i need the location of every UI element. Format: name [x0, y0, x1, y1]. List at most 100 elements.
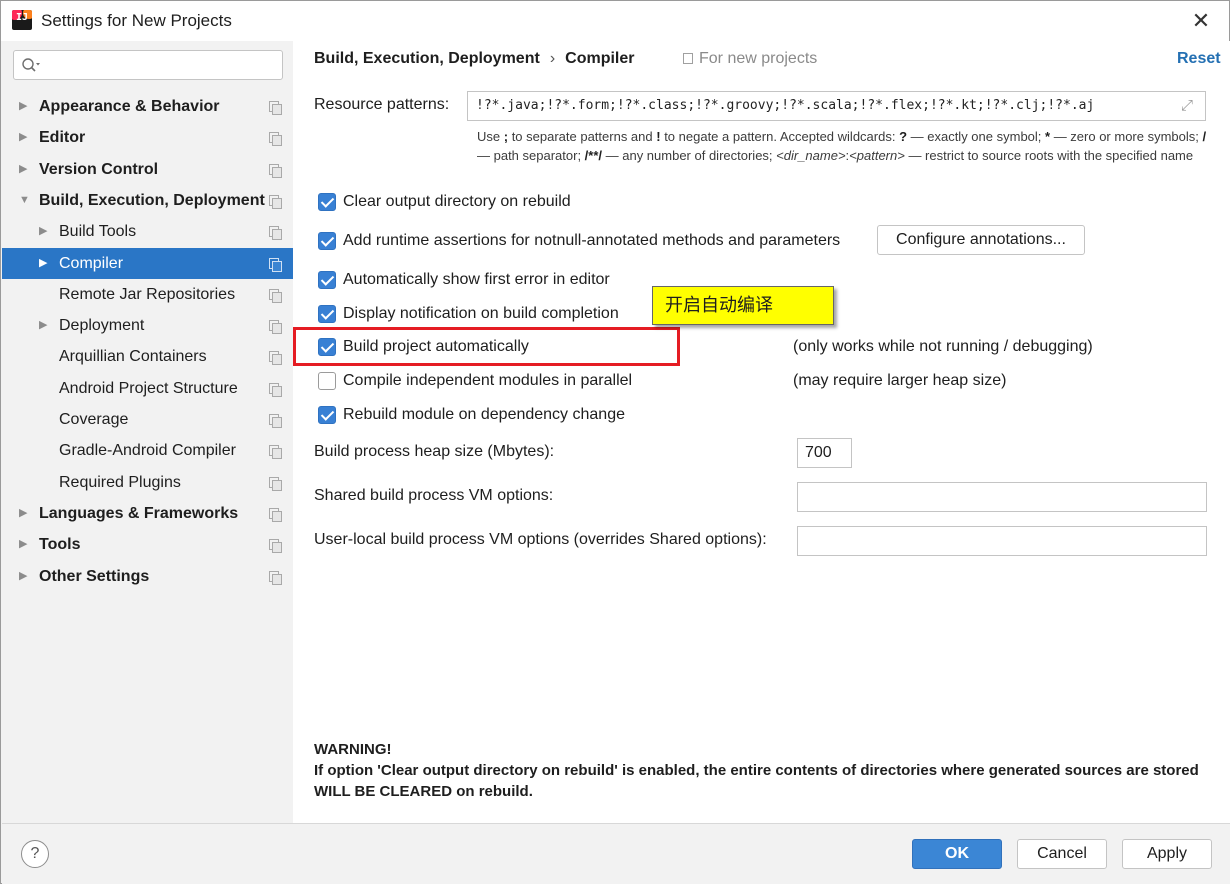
sidebar-item-label: Appearance & Behavior: [39, 98, 220, 115]
resource-patterns-input[interactable]: !?*.java;!?*.form;!?*.class;!?*.groovy;!…: [467, 91, 1206, 121]
clear-output-checkbox[interactable]: [318, 193, 336, 211]
runtime-assertions-checkbox[interactable]: [318, 232, 336, 250]
sidebar-item-coverage[interactable]: Coverage: [2, 404, 293, 435]
chevron-right-icon[interactable]: ▶: [19, 154, 31, 185]
runtime-assertions-label[interactable]: Add runtime assertions for notnull-annot…: [343, 232, 840, 250]
copy-icon: [269, 539, 282, 553]
compile-parallel-note: (may require larger heap size): [793, 372, 1007, 389]
sidebar-item-deployment[interactable]: ▶ Deployment: [2, 310, 293, 341]
breadcrumb: Build, Execution, Deployment › Compiler: [314, 50, 634, 68]
sidebar-item-version-control[interactable]: ▶ Version Control: [2, 154, 293, 185]
scope-label: For new projects: [683, 50, 817, 68]
breadcrumb-current: Compiler: [565, 50, 635, 67]
search-icon: [22, 58, 40, 72]
shared-vm-options-label: Shared build process VM options:: [314, 487, 554, 504]
sidebar-item-label: Other Settings: [39, 568, 150, 585]
show-first-error-label[interactable]: Automatically show first error in editor: [343, 271, 610, 289]
ok-button[interactable]: OK: [912, 839, 1002, 869]
warning-message: WARNING! If option 'Clear output directo…: [314, 739, 1214, 802]
build-notification-checkbox[interactable]: [318, 305, 336, 323]
show-first-error-checkbox[interactable]: [318, 271, 336, 289]
heap-size-label: Build process heap size (Mbytes):: [314, 443, 555, 460]
breadcrumb-parent[interactable]: Build, Execution, Deployment: [314, 50, 540, 67]
compile-parallel-label[interactable]: Compile independent modules in parallel: [343, 372, 632, 390]
apply-button[interactable]: Apply: [1122, 839, 1212, 869]
expand-icon[interactable]: ⤢: [1181, 97, 1199, 115]
sidebar-item-build-tools[interactable]: ▶ Build Tools: [2, 216, 293, 247]
sidebar-item-other-settings[interactable]: ▶ Other Settings: [2, 561, 293, 592]
sidebar-item-required-plugins[interactable]: Required Plugins: [2, 467, 293, 498]
copy-icon: [269, 383, 282, 397]
chevron-right-icon[interactable]: ▶: [19, 529, 31, 560]
copy-icon: [269, 164, 282, 178]
sidebar-item-compiler[interactable]: ▶ Compiler: [2, 248, 293, 279]
copy-icon: [269, 101, 282, 115]
heap-size-input[interactable]: 700: [797, 438, 852, 468]
chevron-right-icon[interactable]: ▶: [19, 561, 31, 592]
close-icon[interactable]: ✕: [1189, 9, 1213, 33]
sidebar-item-label: Build Tools: [59, 223, 137, 240]
window-title: Settings for New Projects: [41, 11, 232, 30]
chevron-right-icon[interactable]: ▶: [19, 498, 31, 529]
intellij-app-icon: IJ: [12, 10, 32, 30]
sidebar-item-label: Required Plugins: [59, 474, 181, 491]
scope-text: For new projects: [699, 50, 818, 67]
copy-icon: [269, 195, 282, 209]
title-bar: IJ Settings for New Projects ✕: [1, 1, 1229, 41]
copy-icon: [269, 351, 282, 365]
sidebar-item-label: Gradle-Android Compiler: [59, 442, 236, 459]
chevron-right-icon[interactable]: ▶: [39, 310, 51, 341]
compile-parallel-checkbox[interactable]: [318, 372, 336, 390]
configure-annotations-button[interactable]: Configure annotations...: [877, 225, 1085, 255]
copy-icon: [269, 289, 282, 303]
sidebar-item-editor[interactable]: ▶ Editor: [2, 122, 293, 153]
sidebar-item-label: Build, Execution, Deployment: [39, 192, 265, 209]
chevron-right-icon[interactable]: ▶: [39, 248, 51, 279]
chevron-right-icon[interactable]: ▶: [19, 122, 31, 153]
warning-body: If option 'Clear output directory on reb…: [314, 762, 1199, 800]
user-vm-options-label: User-local build process VM options (ove…: [314, 531, 767, 548]
highlight-box: [293, 327, 680, 366]
resource-patterns-hint: Use ; to separate patterns and ! to nega…: [477, 129, 1207, 163]
clear-output-label[interactable]: Clear output directory on rebuild: [343, 193, 571, 211]
sidebar-item-tools[interactable]: ▶ Tools: [2, 529, 293, 560]
copy-icon: [269, 445, 282, 459]
sidebar-item-label: Editor: [39, 129, 86, 146]
settings-search-input[interactable]: [13, 50, 283, 80]
help-icon[interactable]: ?: [21, 840, 49, 868]
build-notification-label[interactable]: Display notification on build completion: [343, 305, 619, 323]
chevron-down-icon[interactable]: ▼: [19, 185, 31, 216]
sidebar-item-languages-frameworks[interactable]: ▶ Languages & Frameworks: [2, 498, 293, 529]
rebuild-dependency-checkbox[interactable]: [318, 406, 336, 424]
sidebar-item-arquillian-containers[interactable]: Arquillian Containers: [2, 341, 293, 372]
sidebar-item-label: Remote Jar Repositories: [59, 286, 236, 303]
settings-sidebar: ▶ Appearance & Behavior ▶ Editor ▶ Version Co…: [2, 41, 293, 823]
sidebar-item-label: Tools: [39, 536, 81, 553]
sidebar-item-appearance-behavior[interactable]: ▶ Appearance & Behavior: [2, 91, 293, 122]
sidebar-item-label: Deployment: [59, 317, 145, 334]
compiler-settings-panel: Build, Execution, Deployment › Compiler Fo…: [293, 41, 1230, 823]
user-vm-options-input[interactable]: [797, 526, 1207, 556]
chevron-right-icon[interactable]: ▶: [19, 91, 31, 122]
sidebar-item-gradle-android-compiler[interactable]: Gradle-Android Compiler: [2, 435, 293, 466]
reset-link[interactable]: Reset: [1177, 50, 1221, 68]
sidebar-item-label: Coverage: [59, 411, 129, 428]
sidebar-item-build-execution-deployment[interactable]: ▼ Build, Execution, Deployment: [2, 185, 293, 216]
rebuild-dependency-label[interactable]: Rebuild module on dependency change: [343, 406, 625, 424]
sidebar-item-android-project-structure[interactable]: Android Project Structure: [2, 373, 293, 404]
chevron-right-icon[interactable]: ▶: [39, 216, 51, 247]
annotation-callout: 开启自动编译: [652, 286, 834, 325]
settings-dialog: IJ Settings for New Projects ✕ ▶ Appearan…: [0, 0, 1230, 884]
copy-icon: [269, 414, 282, 428]
copy-icon: [269, 320, 282, 334]
copy-icon: [269, 571, 282, 585]
sidebar-item-remote-jar-repositories[interactable]: Remote Jar Repositories: [2, 279, 293, 310]
breadcrumb-separator: ›: [549, 50, 556, 67]
sidebar-item-label: Android Project Structure: [59, 380, 238, 397]
sidebar-item-label: Version Control: [39, 161, 159, 178]
cancel-button[interactable]: Cancel: [1017, 839, 1107, 869]
shared-vm-options-input[interactable]: [797, 482, 1207, 512]
sidebar-item-label: Arquillian Containers: [59, 348, 207, 365]
copy-icon: [269, 132, 282, 146]
resource-patterns-label: Resource patterns:: [314, 96, 450, 113]
